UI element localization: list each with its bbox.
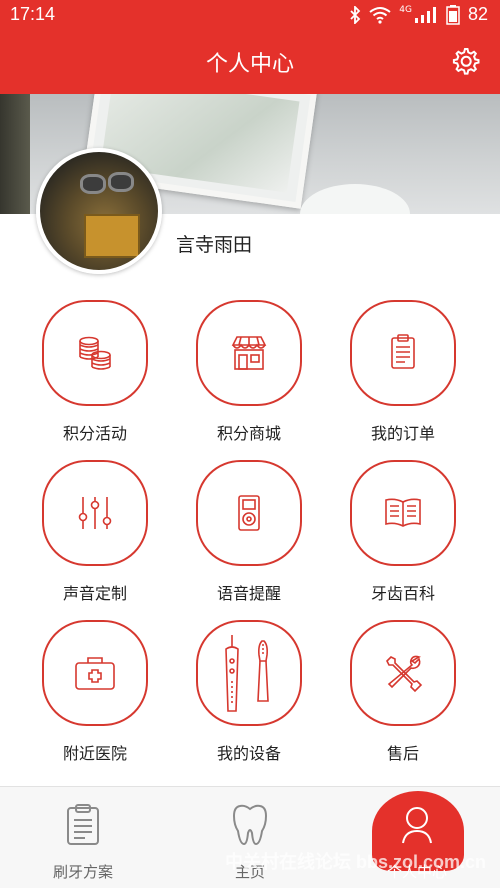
grid-item-points-mall[interactable]: 积分商城: [174, 296, 324, 456]
grid-item-label: 牙齿百科: [370, 584, 435, 603]
bluetooth-icon: [350, 5, 361, 24]
grid-icon-frame: [196, 300, 302, 406]
banner-decoration: [0, 94, 30, 214]
battery-level: 82: [467, 4, 488, 24]
gear-icon: [452, 48, 480, 75]
grid-item-sound-custom[interactable]: 声音定制: [20, 456, 170, 616]
wifi-icon: [369, 6, 391, 24]
store-icon: [231, 336, 267, 370]
banner-plate: [300, 184, 410, 214]
clipboard-icon: [67, 804, 99, 845]
grid-item-label: 售后: [386, 744, 419, 763]
grid-item-label: 积分活动: [62, 424, 127, 443]
clipboard-icon: [391, 334, 415, 369]
grid-item-voice-reminder[interactable]: 语音提醒: [174, 456, 324, 616]
avatar[interactable]: [36, 148, 162, 274]
grid-item-my-orders[interactable]: 我的订单: [328, 296, 478, 456]
grid-icon-frame: [196, 620, 302, 726]
grid-icon-frame: [42, 460, 148, 566]
battery-icon: [446, 4, 460, 25]
watermark: 中关村在线论坛 bbs.zol.com.cn: [224, 852, 486, 872]
page-title: 个人中心: [205, 52, 294, 77]
sliders-icon: [78, 497, 112, 529]
status-time: 17:14: [10, 4, 56, 24]
grid-item-label: 积分商城: [216, 424, 281, 443]
person-icon: [402, 807, 432, 844]
network-type: 4G: [399, 4, 412, 15]
grid-item-my-devices[interactable]: 我的设备: [174, 616, 324, 776]
grid-item-label: 我的订单: [370, 424, 435, 443]
username: 言寺雨田: [176, 234, 253, 256]
toothbrush-icon: [225, 635, 269, 712]
nav-item-brushing-plan[interactable]: 刷牙方案: [0, 787, 166, 888]
status-icons: 4G 82: [349, 4, 488, 25]
medical-kit-icon: [75, 657, 115, 690]
nav-label: 刷牙方案: [52, 863, 113, 881]
grid-icon-frame: [196, 460, 302, 566]
signal-icon: [414, 6, 436, 23]
grid-item-label: 声音定制: [62, 584, 127, 603]
settings-button[interactable]: [450, 46, 480, 76]
book-icon: [385, 498, 421, 527]
grid-item-label: 语音提醒: [216, 584, 281, 603]
grid-item-dental-encyclopedia[interactable]: 牙齿百科: [328, 456, 478, 616]
grid-icon-frame: [42, 620, 148, 726]
grid-item-after-sales[interactable]: 售后: [328, 616, 478, 776]
grid-item-label: 我的设备: [216, 744, 281, 763]
grid-icon-frame: [42, 300, 148, 406]
status-bar: 17:14 4G 82: [0, 0, 500, 30]
grid-item-points-activity[interactable]: 积分活动: [20, 296, 170, 456]
grid-icon-frame: [350, 460, 456, 566]
speaker-icon: [238, 495, 260, 531]
tooth-icon: [232, 804, 268, 846]
tools-icon: [386, 655, 423, 693]
grid-icon-frame: [350, 300, 456, 406]
grid-icon-frame: [350, 620, 456, 726]
coins-icon: [79, 336, 111, 370]
grid-item-nearby-hospital[interactable]: 附近医院: [20, 616, 170, 776]
grid-item-label: 附近医院: [62, 744, 127, 763]
app-header: 个人中心: [0, 30, 500, 94]
